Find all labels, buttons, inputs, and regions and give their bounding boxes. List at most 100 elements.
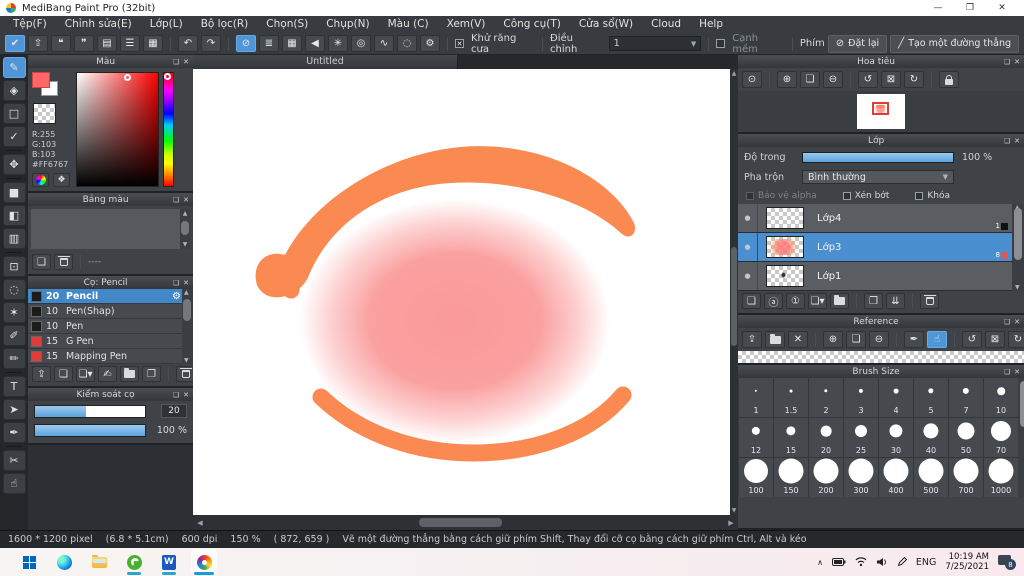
menu-item[interactable]: Cửa sổ(W) xyxy=(570,16,642,33)
layer-folder-icon[interactable] xyxy=(830,293,849,309)
brush-size-option[interactable]: 700 xyxy=(949,458,983,497)
close-button[interactable]: ✕ xyxy=(986,3,1018,13)
palette-area[interactable]: ▲ ▼ xyxy=(31,209,190,249)
menu-item[interactable]: Lớp(L) xyxy=(141,16,192,33)
rotate-left-icon[interactable]: ↺ xyxy=(858,71,878,88)
canvas-split-icon[interactable]: ▦ xyxy=(143,35,163,52)
menu-item[interactable]: Xem(V) xyxy=(438,16,495,33)
snap-vanishing-icon[interactable]: ◀ xyxy=(305,35,325,52)
transparent-color-swatch[interactable] xyxy=(33,103,56,124)
volume-icon[interactable] xyxy=(876,557,888,567)
language-indicator[interactable]: ENG xyxy=(916,557,936,568)
brush-size-option[interactable]: 1000 xyxy=(984,458,1018,497)
snap-radial-icon[interactable]: ✳ xyxy=(328,35,348,52)
make-line-button[interactable]: ╱ Tạo một đường thẳng xyxy=(890,34,1020,53)
sv-marker[interactable] xyxy=(123,74,131,81)
ref-cloud-icon[interactable]: ⇪ xyxy=(742,331,762,348)
move-tool[interactable]: ✥ xyxy=(2,154,26,175)
blend-select[interactable]: Bình thường ▼ xyxy=(802,170,954,184)
start-button[interactable] xyxy=(16,549,42,575)
navigator-preview[interactable] xyxy=(738,91,1024,132)
add-8bit-layer-icon[interactable]: ⓐ xyxy=(764,293,783,309)
ref-folder-icon[interactable] xyxy=(765,331,785,348)
eyedropper-tool[interactable]: ✒ xyxy=(2,422,26,443)
new-brush-icon[interactable]: ❏ xyxy=(54,366,73,382)
minimize-button[interactable]: — xyxy=(922,3,954,13)
snap-grid-icon[interactable]: ▦ xyxy=(282,35,302,52)
layer-item[interactable]: ●Lớp38⚙ xyxy=(738,233,1024,262)
brush-size-slider[interactable] xyxy=(34,404,146,418)
close-icon[interactable]: ✕ xyxy=(1014,368,1020,376)
brush-size-value[interactable]: 20 xyxy=(161,404,187,418)
zoom-fit-icon[interactable]: ❏ xyxy=(800,71,820,88)
ref-rotate-reset-icon[interactable]: ⊠ xyxy=(985,331,1005,348)
palette-scrollbar[interactable]: ▲ ▼ xyxy=(180,209,190,249)
pen-icon[interactable] xyxy=(897,557,907,567)
brush-script-icon[interactable]: ✍ xyxy=(98,366,117,382)
canvas-horizontal-scrollbar[interactable]: ◀ ▶ xyxy=(193,515,738,530)
wifi-icon[interactable] xyxy=(855,557,867,567)
divide-tool[interactable]: ✂ xyxy=(2,450,26,471)
canvas-tab[interactable]: Untitled xyxy=(193,55,458,69)
rotate-right-icon[interactable]: ↻ xyxy=(904,71,924,88)
brush-size-option[interactable]: 50 xyxy=(949,418,983,457)
menu-item[interactable]: Chỉnh sửa(E) xyxy=(56,16,141,33)
delete-layer-icon[interactable] xyxy=(920,293,939,309)
word-app-button[interactable]: W xyxy=(156,549,182,575)
hue-marker[interactable] xyxy=(164,73,171,80)
brush-size-option[interactable]: 2 xyxy=(809,378,843,417)
hand-tool[interactable]: ☝ xyxy=(2,473,26,494)
select-tool[interactable]: ⊡ xyxy=(2,256,26,277)
popout-icon[interactable]: ❏ xyxy=(1004,368,1010,376)
dot-tool[interactable]: □ xyxy=(2,103,26,124)
brush-size-option[interactable]: 1 xyxy=(739,378,773,417)
brush-size-option[interactable]: 3 xyxy=(844,378,878,417)
gear-icon[interactable]: ⚙ xyxy=(172,291,181,302)
brush-list-scrollbar[interactable]: ▲ ▼ xyxy=(182,289,193,364)
brush-size-option[interactable]: 500 xyxy=(914,458,948,497)
canvas[interactable] xyxy=(193,69,730,515)
brush-size-option[interactable]: 100 xyxy=(739,458,773,497)
brush-folder-icon[interactable] xyxy=(120,366,139,382)
layer-visibility-toggle[interactable]: ● xyxy=(738,233,758,261)
lasso-tool[interactable]: ◌ xyxy=(2,279,26,300)
popout-icon[interactable]: ❏ xyxy=(1004,58,1010,66)
close-icon[interactable]: ✕ xyxy=(1014,58,1020,66)
snap-parallel-icon[interactable]: ≣ xyxy=(259,35,279,52)
popout-icon[interactable]: ❏ xyxy=(173,196,179,204)
select-pen-tool[interactable]: ✐ xyxy=(2,325,26,346)
menu-item[interactable]: Help xyxy=(690,16,732,33)
close-icon[interactable]: ✕ xyxy=(183,391,189,399)
magic-wand-tool[interactable]: ✶ xyxy=(2,302,26,323)
brush-size-option[interactable]: 7 xyxy=(949,378,983,417)
layer-visibility-toggle[interactable]: ● xyxy=(738,262,758,290)
coccoc-app-button[interactable] xyxy=(121,549,147,575)
navigator-viewport[interactable] xyxy=(872,102,889,115)
brush-size-option[interactable]: 20 xyxy=(809,418,843,457)
battery-icon[interactable] xyxy=(831,557,846,567)
add-material-layer-icon[interactable]: ❏▾ xyxy=(808,293,827,309)
reset-button[interactable]: ⊘ Đặt lại xyxy=(827,34,888,53)
edge-app-button[interactable] xyxy=(51,549,77,575)
saturation-value-picker[interactable] xyxy=(76,72,159,187)
ref-fit-icon[interactable]: ❏ xyxy=(846,331,866,348)
ref-hand-icon[interactable]: ☝ xyxy=(927,331,947,348)
menu-item[interactable]: Bộ lọc(R) xyxy=(192,16,258,33)
brush-size-option[interactable]: 40 xyxy=(914,418,948,457)
snap-settings-icon[interactable]: ⚙ xyxy=(420,35,440,52)
duplicate-brush-icon[interactable]: ❐ xyxy=(142,366,161,382)
color-wheel-icon[interactable] xyxy=(32,173,49,187)
rotate-lock-icon[interactable] xyxy=(939,71,959,88)
operation-tool[interactable]: ➤ xyxy=(2,399,26,420)
hue-slider[interactable] xyxy=(163,72,174,187)
material-icon[interactable]: ☰ xyxy=(120,35,140,52)
ref-rotate-left-icon[interactable]: ↺ xyxy=(962,331,982,348)
menu-item[interactable]: Chọn(S) xyxy=(257,16,317,33)
chat-icon[interactable]: ❞ xyxy=(74,35,94,52)
select-eraser-tool[interactable]: ✏ xyxy=(2,348,26,369)
snap-curve-icon[interactable]: ∿ xyxy=(374,35,394,52)
brush-size-option[interactable]: 70 xyxy=(984,418,1018,457)
ref-rotate-right-icon[interactable]: ↻ xyxy=(1008,331,1024,348)
brush-list-item[interactable]: 15 Mapping Pen xyxy=(28,349,193,364)
brush-size-option[interactable]: 10 xyxy=(984,378,1018,417)
